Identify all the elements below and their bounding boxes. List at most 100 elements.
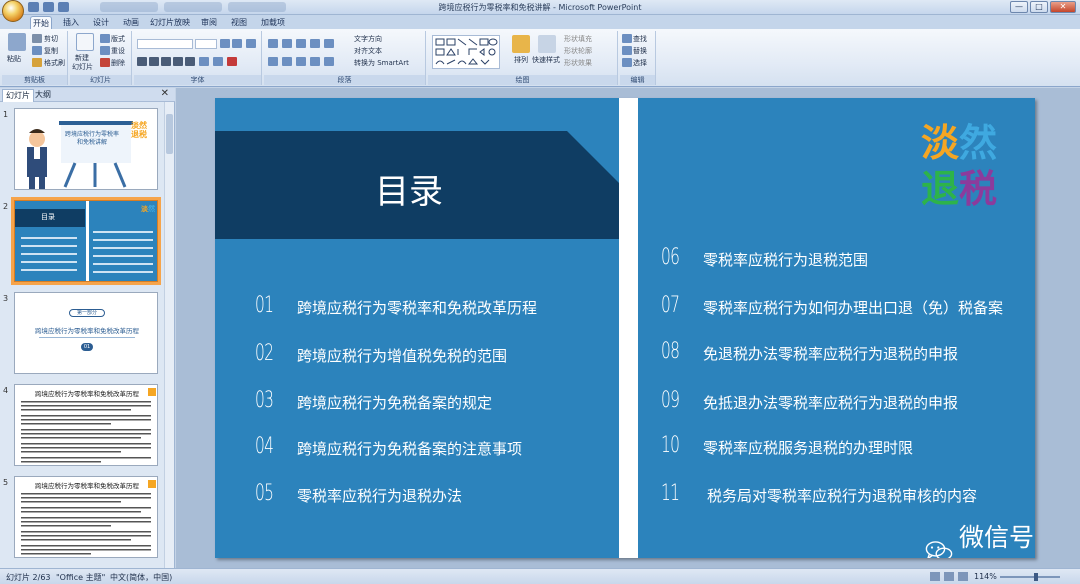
- bold-icon[interactable]: [137, 57, 147, 66]
- tab-home[interactable]: 开始: [30, 16, 52, 29]
- shapes-icon: [435, 38, 498, 65]
- align-text-button[interactable]: 对齐文本: [354, 46, 382, 56]
- change-case-icon[interactable]: [213, 57, 223, 66]
- align-left-icon[interactable]: [268, 57, 278, 66]
- slides-pane-scrollbar[interactable]: [164, 102, 174, 568]
- slide-thumbnail-2[interactable]: 目录 淡然: [11, 197, 161, 285]
- underline-icon[interactable]: [161, 57, 171, 66]
- slide-sorter-icon[interactable]: [944, 572, 954, 581]
- tab-review[interactable]: 审阅: [198, 16, 220, 29]
- tab-slideshow[interactable]: 幻灯片放映: [150, 16, 190, 29]
- tab-design[interactable]: 设计: [90, 16, 112, 29]
- quick-styles-icon[interactable]: [538, 35, 556, 53]
- arrange-icon[interactable]: [512, 35, 530, 53]
- close-button[interactable]: ✕: [1050, 1, 1076, 13]
- current-slide[interactable]: 目录 01 跨境应税行为零税率和免税改革历程 02 跨境应税行为增值税免税的范围…: [215, 98, 1035, 558]
- toc-item-label: 免退税办法零税率应税行为退税的申报: [703, 345, 959, 363]
- smartart-button[interactable]: 转换为 SmartArt: [354, 58, 409, 68]
- layout-button[interactable]: 版式: [111, 34, 125, 44]
- increase-indent-icon[interactable]: [310, 39, 320, 48]
- new-slide-icon[interactable]: [76, 33, 94, 51]
- paste-button[interactable]: 粘贴: [7, 54, 21, 64]
- toc-item-number: 02: [255, 341, 274, 366]
- grow-font-icon[interactable]: [220, 39, 230, 48]
- tab-view[interactable]: 视图: [228, 16, 250, 29]
- arrange-button[interactable]: 排列: [514, 55, 528, 65]
- zoom-level[interactable]: 114%: [974, 572, 997, 581]
- strikethrough-icon[interactable]: [173, 57, 183, 66]
- quick-styles-button[interactable]: 快速样式: [532, 55, 560, 65]
- office-button[interactable]: [2, 0, 24, 22]
- paragraph-group-label: 段落: [264, 75, 425, 85]
- language-status[interactable]: 中文(简体，中国): [110, 572, 172, 583]
- tab-insert[interactable]: 插入: [60, 16, 82, 29]
- slide-thumbnail-1[interactable]: 跨境应税行为零税率和免税讲解 淡然退税: [14, 108, 158, 190]
- decrease-indent-icon[interactable]: [296, 39, 306, 48]
- bullets-icon[interactable]: [268, 39, 278, 48]
- select-button[interactable]: 选择: [633, 58, 647, 68]
- char-spacing-icon[interactable]: [199, 57, 209, 66]
- font-color-icon[interactable]: [227, 57, 237, 66]
- replace-icon[interactable]: [622, 46, 632, 55]
- slide-thumbnail-5[interactable]: 跨境应税行为零税率和免税改革历程: [14, 476, 158, 558]
- zoom-slider-thumb[interactable]: [1034, 573, 1038, 581]
- tab-outline[interactable]: 大纲: [32, 89, 54, 102]
- reset-icon[interactable]: [100, 46, 110, 55]
- drawing-group-label: 绘图: [428, 75, 617, 85]
- slides-group-label: 幻灯片: [70, 75, 131, 85]
- numbering-icon[interactable]: [282, 39, 292, 48]
- copy-icon[interactable]: [32, 46, 42, 55]
- slide-divider: [619, 98, 638, 558]
- delete-icon[interactable]: [100, 58, 110, 67]
- replace-button[interactable]: 替换: [633, 46, 647, 56]
- toc-item-label: 零税率应税行为退税办法: [297, 487, 463, 505]
- tab-slides[interactable]: 幻灯片: [2, 89, 34, 102]
- paste-icon[interactable]: [8, 33, 26, 51]
- tab-animation[interactable]: 动画: [120, 16, 142, 29]
- close-pane-icon[interactable]: ✕: [161, 88, 169, 99]
- columns-icon[interactable]: [324, 57, 334, 66]
- clear-format-icon[interactable]: [246, 39, 256, 48]
- align-right-icon[interactable]: [296, 57, 306, 66]
- reset-button[interactable]: 重设: [111, 46, 125, 56]
- toc-item-number: 09: [661, 388, 680, 413]
- thumb-number: 3: [3, 294, 9, 303]
- select-icon[interactable]: [622, 58, 632, 67]
- shape-outline-button[interactable]: 形状轮廓: [564, 46, 592, 56]
- slide-thumbnail-4[interactable]: 跨境应税行为零税率和免税改革历程: [14, 384, 158, 466]
- copy-button[interactable]: 复制: [44, 46, 58, 56]
- shadow-icon[interactable]: [185, 57, 195, 66]
- align-center-icon[interactable]: [282, 57, 292, 66]
- zoom-slider[interactable]: [1000, 576, 1060, 578]
- maximize-button[interactable]: □: [1030, 1, 1048, 13]
- scrollbar-thumb[interactable]: [166, 114, 173, 154]
- text-direction-button[interactable]: 文字方向: [354, 34, 382, 44]
- logo-char: 退: [921, 167, 960, 211]
- brand-logo: 淡然 退税: [921, 120, 1011, 220]
- delete-button[interactable]: 删除: [111, 58, 125, 68]
- shapes-gallery[interactable]: [432, 35, 500, 69]
- wechat-icon: [925, 540, 953, 558]
- format-painter-button[interactable]: 格式刷: [44, 58, 65, 68]
- slide-thumbnail-3[interactable]: 第一部分 跨境应税行为零税率和免税改革历程 01: [14, 292, 158, 374]
- tab-addins[interactable]: 加载项: [258, 16, 288, 29]
- format-painter-icon[interactable]: [32, 58, 42, 67]
- slideshow-icon[interactable]: [958, 572, 968, 581]
- new-slide-button-line2[interactable]: 幻灯片: [72, 62, 93, 72]
- italic-icon[interactable]: [149, 57, 159, 66]
- shape-fill-button[interactable]: 形状填充: [564, 34, 592, 44]
- find-button[interactable]: 查找: [633, 34, 647, 44]
- cut-icon[interactable]: [32, 34, 42, 43]
- justify-icon[interactable]: [310, 57, 320, 66]
- find-icon[interactable]: [622, 34, 632, 43]
- layout-icon[interactable]: [100, 34, 110, 43]
- font-name-select[interactable]: [137, 39, 193, 49]
- line-spacing-icon[interactable]: [324, 39, 334, 48]
- cut-button[interactable]: 剪切: [44, 34, 58, 44]
- shape-effects-button[interactable]: 形状效果: [564, 58, 592, 68]
- shrink-font-icon[interactable]: [232, 39, 242, 48]
- slide-title[interactable]: 目录: [375, 164, 443, 213]
- font-size-select[interactable]: [195, 39, 217, 49]
- minimize-button[interactable]: —: [1010, 1, 1028, 13]
- normal-view-icon[interactable]: [930, 572, 940, 581]
